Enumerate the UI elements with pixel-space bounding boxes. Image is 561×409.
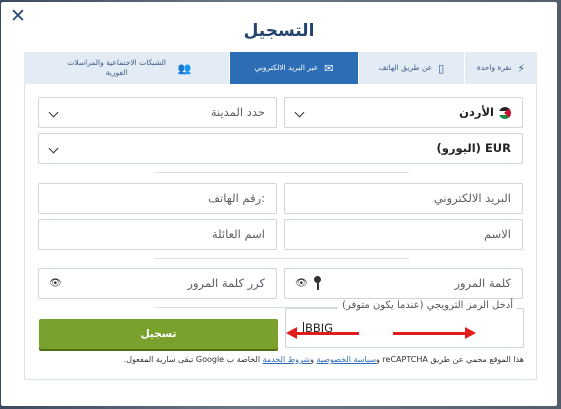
annotation-arrow-left bbox=[286, 327, 359, 339]
eye-slash-icon[interactable]: 👁 bbox=[49, 278, 62, 289]
users-icon: 👥 bbox=[177, 61, 192, 75]
eye-slash-icon[interactable]: 👁 bbox=[295, 278, 308, 289]
key-icon bbox=[314, 276, 321, 291]
tab-label: الشبكات الاجتماعية والمراسلات الفورية bbox=[67, 58, 166, 77]
promo-code-label: أدخل الرمز الترويجي (عندما يكون متوفر) bbox=[338, 300, 517, 311]
privacy-policy-link[interactable]: سياسة الخصوصية bbox=[317, 355, 376, 364]
phone-icon: ▯ bbox=[438, 61, 445, 75]
tab-label: عبر البريد الالكتروني bbox=[254, 63, 319, 72]
tab-label: عن طريق الهاتف bbox=[378, 63, 433, 72]
tab-one-click[interactable]: ⚡ نقرة واحدة bbox=[464, 52, 537, 84]
register-button[interactable]: تسجيل bbox=[39, 319, 278, 349]
registration-modal: ✕ التسجيل ⚡ نقرة واحدة ▯ عن طريق الهاتف … bbox=[1, 2, 557, 406]
password-repeat-placeholder: كرر كلمة المرور bbox=[187, 276, 265, 290]
chevron-down-icon bbox=[48, 143, 59, 154]
envelope-icon: ✉ bbox=[324, 61, 334, 75]
tab-by-email[interactable]: ✉ عبر البريد الالكتروني bbox=[229, 52, 358, 84]
password-field[interactable]: كلمة المرور 👁 bbox=[284, 268, 523, 299]
phone-field[interactable]: :رقم الهاتف bbox=[38, 183, 277, 214]
modal-title: التسجيل bbox=[243, 21, 315, 41]
country-value: الأردن bbox=[459, 105, 494, 119]
registration-method-tabs: ⚡ نقرة واحدة ▯ عن طريق الهاتف ✉ عبر البر… bbox=[24, 52, 537, 84]
lightning-icon: ⚡ bbox=[517, 61, 526, 75]
city-select[interactable]: حدد المدينة bbox=[38, 97, 277, 128]
chevron-down-icon bbox=[48, 107, 59, 118]
country-select[interactable]: الأردن bbox=[284, 97, 523, 128]
jordan-flag-icon bbox=[499, 107, 511, 119]
password-placeholder: كلمة المرور bbox=[454, 276, 511, 290]
annotation-arrow-right bbox=[393, 327, 476, 339]
promo-code-field[interactable]: أدخل الرمز الترويجي (عندما يكون متوفر) B… bbox=[285, 300, 524, 348]
email-placeholder: البريد الالكتروني bbox=[433, 191, 511, 205]
currency-value: EUR (اليورو) bbox=[436, 141, 511, 155]
chevron-down-icon bbox=[294, 107, 305, 118]
currency-select[interactable]: EUR (اليورو) bbox=[38, 133, 523, 164]
last-name-field[interactable]: اسم العائلة bbox=[38, 219, 277, 250]
phone-placeholder: :رقم الهاتف bbox=[208, 191, 265, 205]
tab-label: نقرة واحدة bbox=[476, 63, 512, 72]
divider bbox=[154, 258, 409, 259]
email-field[interactable]: البريد الالكتروني bbox=[284, 183, 523, 214]
last-name-placeholder: اسم العائلة bbox=[211, 227, 265, 241]
divider bbox=[154, 172, 409, 173]
password-repeat-field[interactable]: كرر كلمة المرور 👁 bbox=[38, 268, 277, 299]
footer-text: الخاصة ب Google تبقى سارية المفعول. bbox=[123, 355, 263, 364]
city-placeholder: حدد المدينة bbox=[210, 105, 265, 119]
recaptcha-notice: هذا الموقع محمي عن طريق reCAPTCHA وسياسة… bbox=[124, 355, 524, 364]
terms-of-service-link[interactable]: شروط الخدمة bbox=[263, 355, 311, 364]
tab-social-networks[interactable]: 👥 الشبكات الاجتماعية والمراسلات الفورية bbox=[24, 52, 229, 84]
first-name-placeholder: الاسم bbox=[483, 227, 511, 241]
footer-text: هذا الموقع محمي عن طريق reCAPTCHA و bbox=[376, 355, 524, 364]
first-name-field[interactable]: الاسم bbox=[284, 219, 523, 250]
tab-by-phone[interactable]: ▯ عن طريق الهاتف bbox=[358, 52, 464, 84]
